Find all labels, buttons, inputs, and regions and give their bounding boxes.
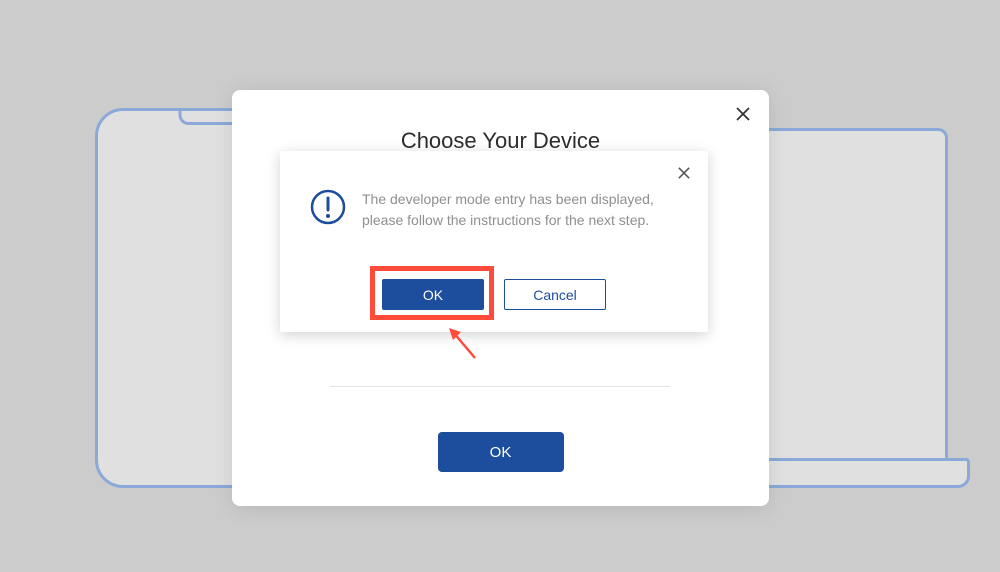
modal-title: Choose Your Device [232, 90, 769, 154]
close-icon[interactable] [731, 102, 755, 126]
divider [330, 386, 670, 387]
main-ok-button[interactable]: OK [438, 432, 564, 472]
close-icon[interactable] [672, 161, 696, 185]
developer-mode-popup: The developer mode entry has been displa… [280, 151, 708, 332]
popup-ok-button[interactable]: OK [382, 279, 484, 310]
popup-cancel-button[interactable]: Cancel [504, 279, 606, 310]
info-icon [310, 189, 346, 225]
popup-message: The developer mode entry has been displa… [362, 189, 676, 231]
